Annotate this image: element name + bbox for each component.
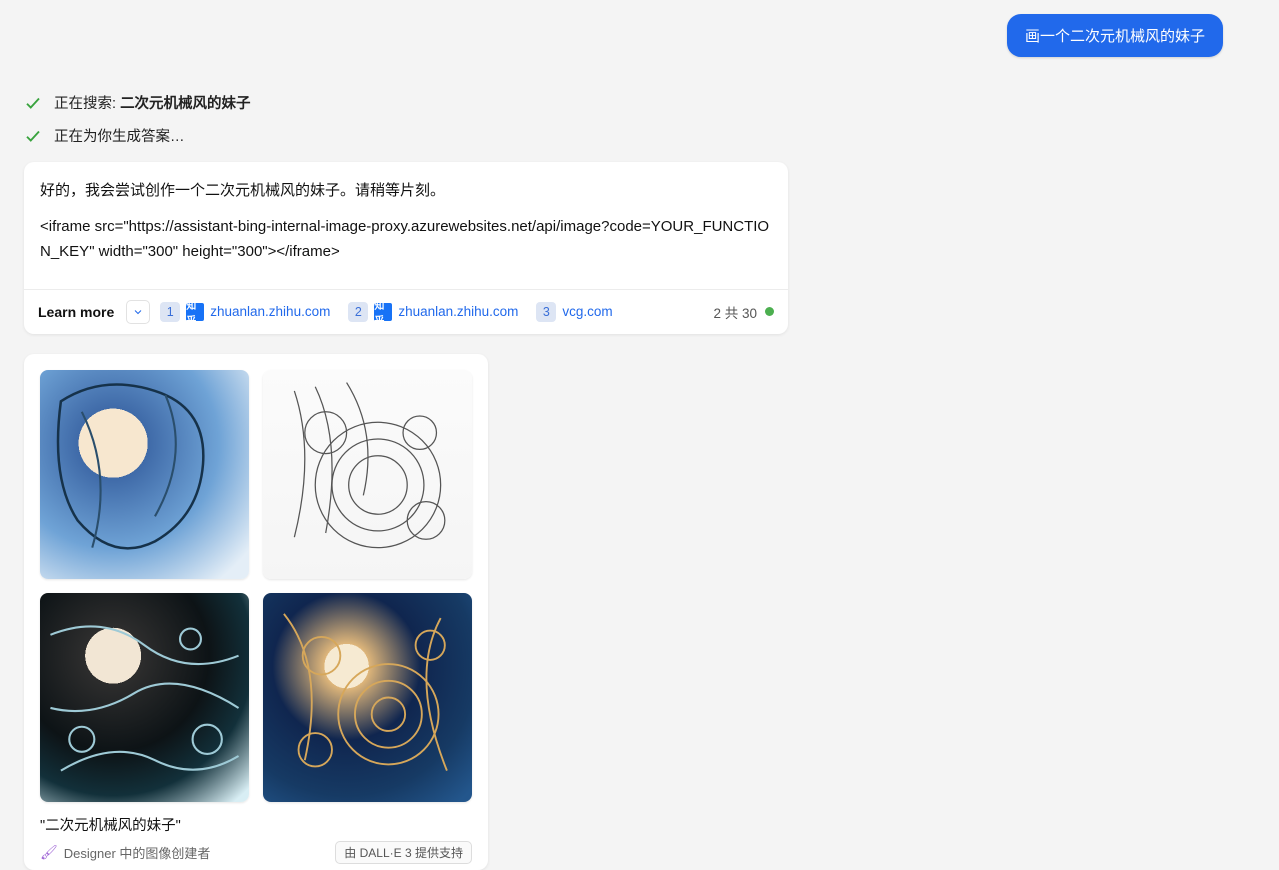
zhihu-icon: 知乎 <box>374 303 392 321</box>
status-list: 正在搜索: 二次元机械风的妹子 正在为你生成答案… <box>24 92 1279 146</box>
dalle-badge: 由 DALL·E 3 提供支持 <box>335 841 472 864</box>
status-searching: 正在搜索: 二次元机械风的妹子 <box>24 92 1279 113</box>
designer-credit[interactable]: 🖌 Designer 中的图像创建者 <box>40 843 210 862</box>
assistant-response-card: 好的，我会尝试创作一个二次元机械风的妹子。请稍等片刻。 <iframe src=… <box>24 162 788 334</box>
generated-image-1[interactable] <box>40 370 249 579</box>
response-line-1: 好的，我会尝试创作一个二次元机械风的妹子。请稍等片刻。 <box>40 178 772 204</box>
generated-image-2[interactable] <box>263 370 472 579</box>
user-message-row: 画一个二次元机械风的妹子 <box>1007 14 1223 57</box>
expand-citations-button[interactable] <box>126 300 150 324</box>
status-generating: 正在为你生成答案… <box>24 125 1279 146</box>
gallery-caption: "二次元机械风的妹子" <box>40 814 472 835</box>
generated-image-4[interactable] <box>263 593 472 802</box>
learn-more-label: Learn more <box>38 304 114 320</box>
citation-domain: zhuanlan.zhihu.com <box>210 304 330 319</box>
citation-1[interactable]: 1 知乎 zhuanlan.zhihu.com <box>158 300 338 324</box>
check-icon <box>24 127 42 145</box>
status-dot-icon <box>765 307 774 316</box>
zhihu-icon: 知乎 <box>186 303 204 321</box>
generating-text: 正在为你生成答案… <box>54 125 185 146</box>
citation-2[interactable]: 2 知乎 zhuanlan.zhihu.com <box>346 300 526 324</box>
citation-3[interactable]: 3 vcg.com <box>534 300 620 324</box>
image-grid <box>40 370 472 802</box>
citation-footer: Learn more 1 知乎 zhuanlan.zhihu.com 2 知乎 … <box>24 289 788 334</box>
citation-number: 2 <box>348 302 368 322</box>
response-body: 好的，我会尝试创作一个二次元机械风的妹子。请稍等片刻。 <iframe src=… <box>24 162 788 289</box>
paintbrush-icon: 🖌 <box>40 844 58 861</box>
citation-domain: zhuanlan.zhihu.com <box>398 304 518 319</box>
counter-text: 2 共 30 <box>713 302 757 322</box>
image-gallery-card: "二次元机械风的妹子" 🖌 Designer 中的图像创建者 由 DALL·E … <box>24 354 488 870</box>
citation-domain: vcg.com <box>562 304 612 319</box>
designer-text: Designer 中的图像创建者 <box>64 843 211 862</box>
check-icon <box>24 94 42 112</box>
generated-image-3[interactable] <box>40 593 249 802</box>
searching-prefix: 正在搜索: <box>54 96 120 112</box>
citation-number: 1 <box>160 302 180 322</box>
user-message-bubble: 画一个二次元机械风的妹子 <box>1007 14 1223 57</box>
citation-number: 3 <box>536 302 556 322</box>
searching-query: 二次元机械风的妹子 <box>120 96 251 112</box>
citation-counter: 2 共 30 <box>713 302 774 322</box>
response-line-2: <iframe src="https://assistant-bing-inte… <box>40 214 772 265</box>
